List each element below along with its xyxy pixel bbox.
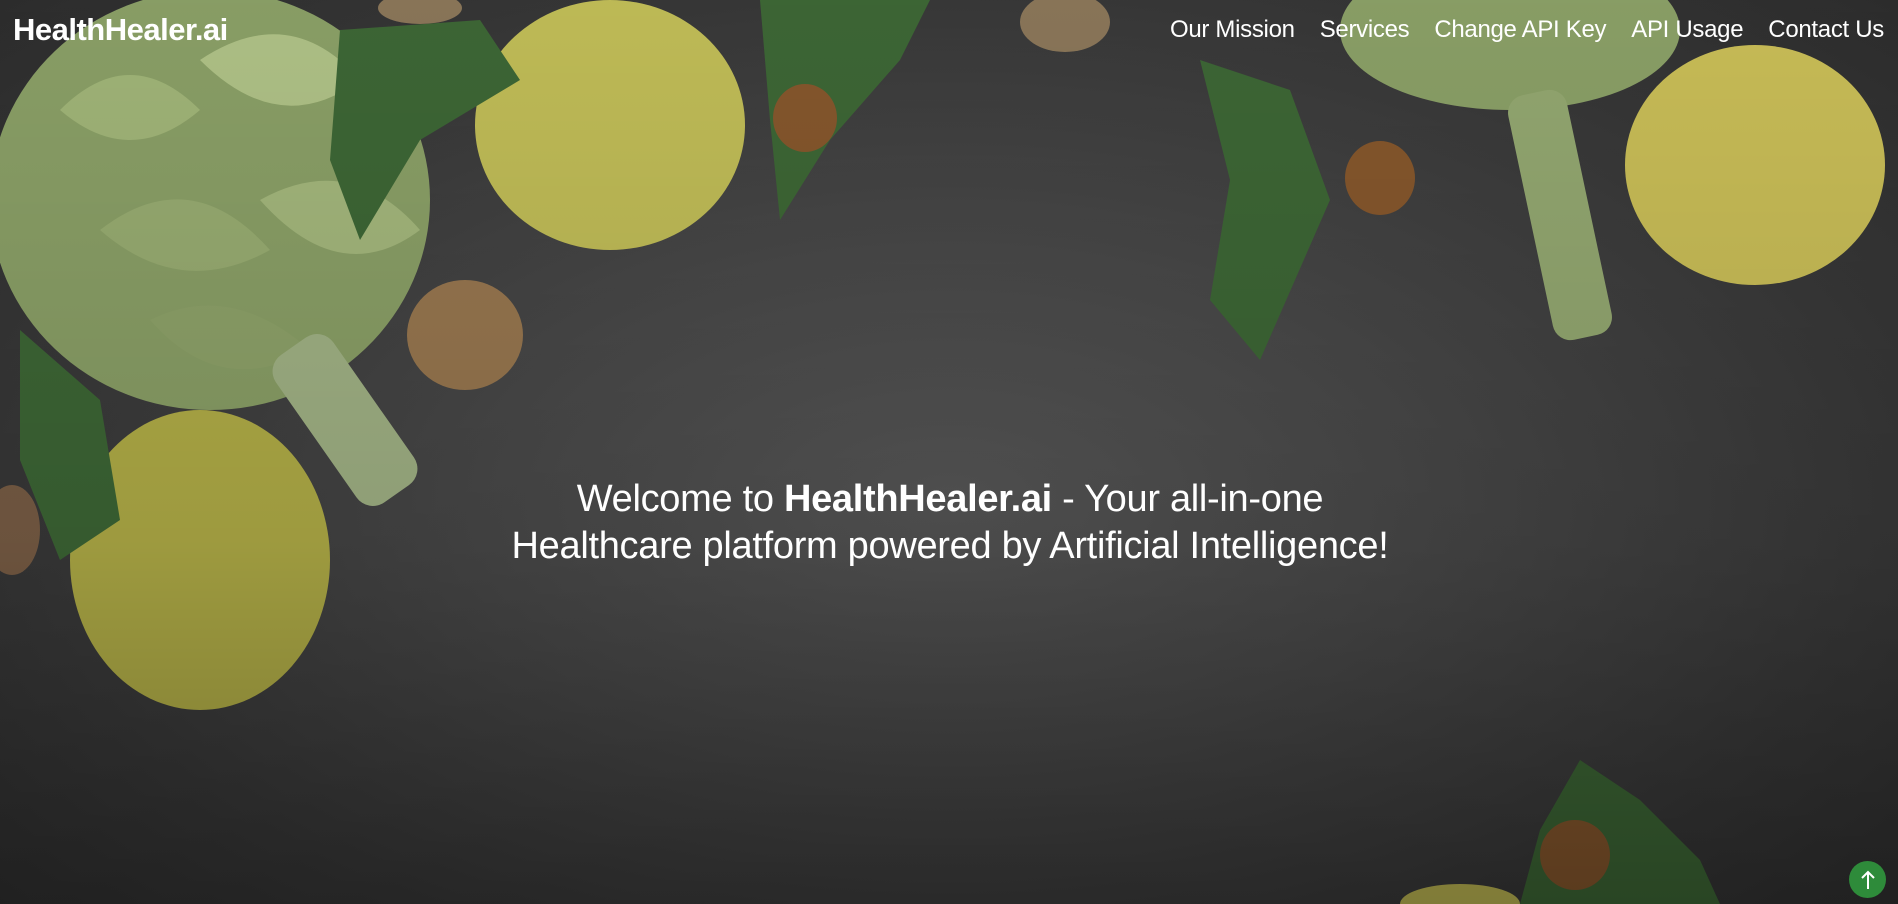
nav-change-api-key[interactable]: Change API Key [1434,16,1606,44]
arrow-up-icon [1860,870,1875,889]
hero-prefix: Welcome to [576,478,784,520]
nav-contact-us[interactable]: Contact Us [1768,16,1884,44]
nav-api-usage[interactable]: API Usage [1631,16,1743,44]
nav-links: Our Mission Services Change API Key API … [1170,16,1884,44]
background-food-image [0,0,1885,904]
back-to-top-button[interactable] [1849,861,1886,898]
page: HealthHealer.ai Our Mission Services Cha… [0,0,1898,904]
hero-brand: HealthHealer.ai [783,478,1052,520]
top-navbar: HealthHealer.ai Our Mission Services Cha… [0,0,1898,64]
nav-services[interactable]: Services [1320,16,1410,44]
nav-our-mission[interactable]: Our Mission [1170,16,1295,44]
brand-logo-link[interactable]: HealthHealer.ai [13,12,228,48]
hero-heading: Welcome to HealthHealer.ai - Your all-in… [500,476,1400,570]
